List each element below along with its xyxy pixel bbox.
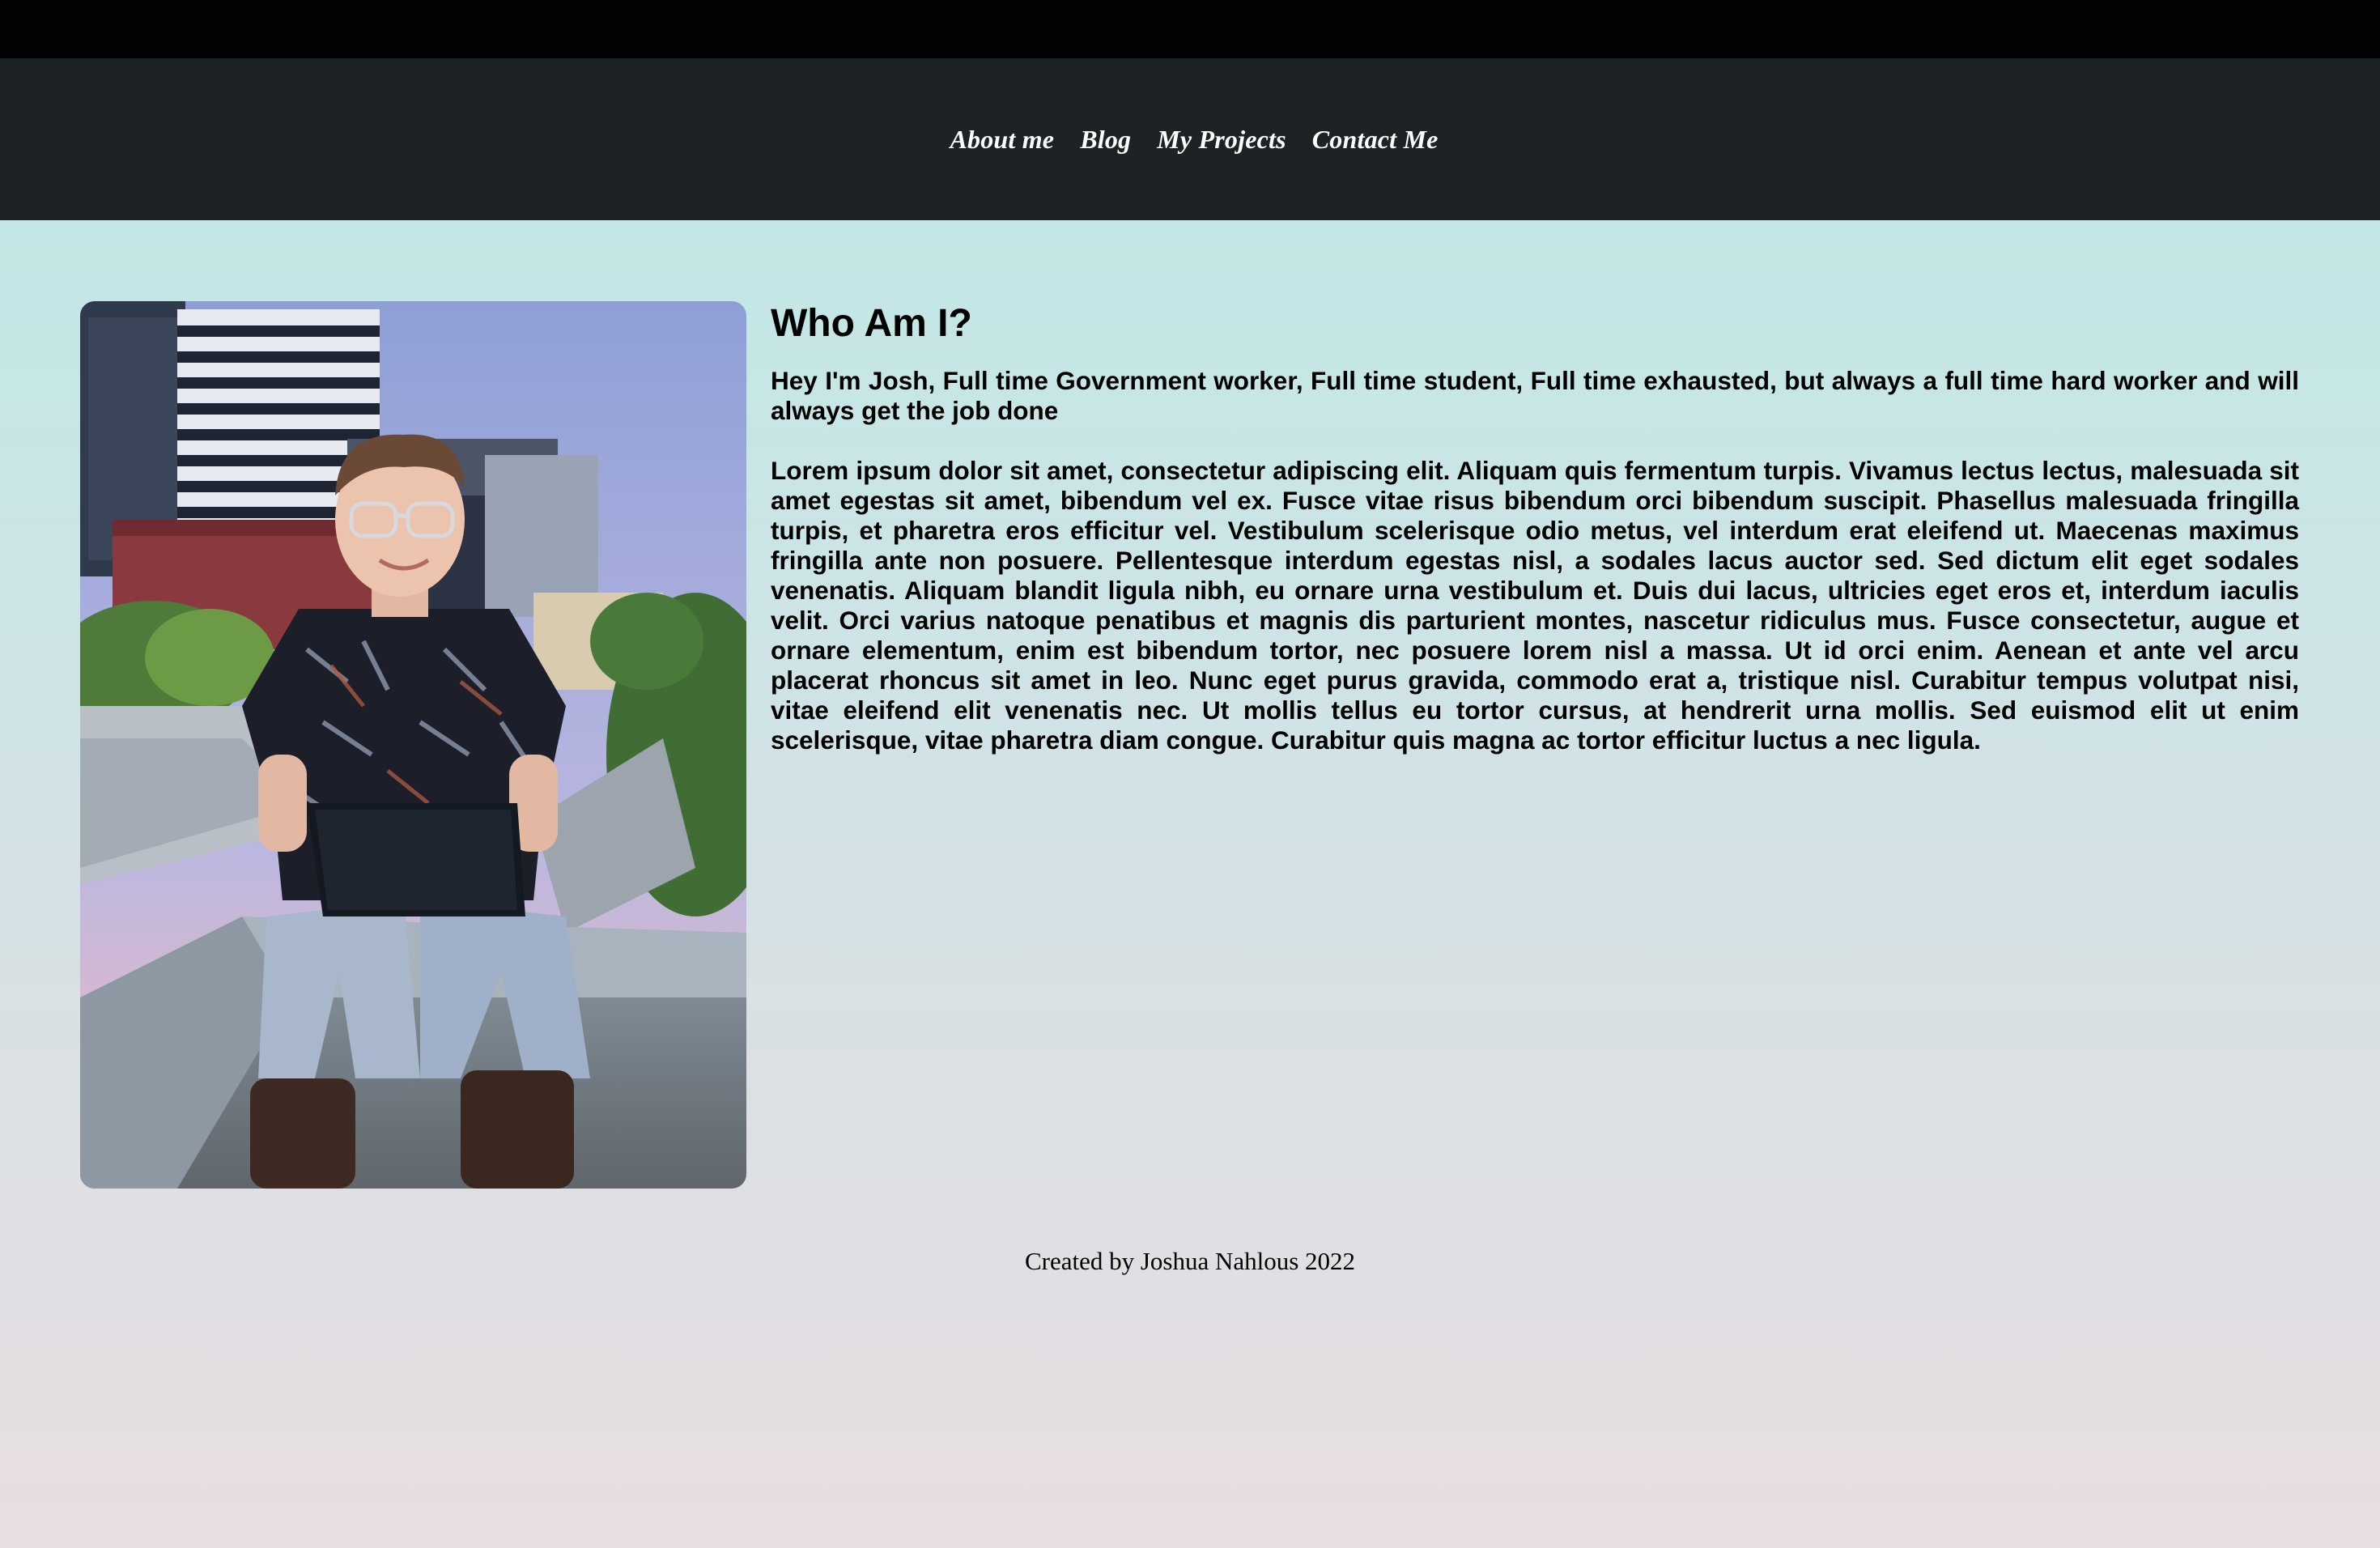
- about-body: Lorem ipsum dolor sit amet, consectetur …: [771, 456, 2299, 755]
- nav-link-blog[interactable]: Blog: [1080, 125, 1131, 155]
- about-title: Who Am I?: [771, 302, 972, 345]
- nav-link-contact-me[interactable]: Contact Me: [1312, 125, 1439, 155]
- footer-credit: Created by Joshua Nahlous 2022: [1024, 1247, 1356, 1275]
- site-navbar: About me Blog My Projects Contact Me: [0, 58, 2380, 220]
- about-section: Who Am I? Hey I'm Josh, Full time Govern…: [771, 301, 2299, 755]
- nav-list: About me Blog My Projects Contact Me: [950, 125, 1438, 155]
- browser-top-bar: [0, 0, 2380, 58]
- about-intro: Hey I'm Josh, Full time Government worke…: [771, 366, 2299, 425]
- nav-link-about-me[interactable]: About me: [950, 125, 1054, 155]
- profile-photo: [80, 301, 746, 1189]
- nav-link-my-projects[interactable]: My Projects: [1157, 125, 1286, 155]
